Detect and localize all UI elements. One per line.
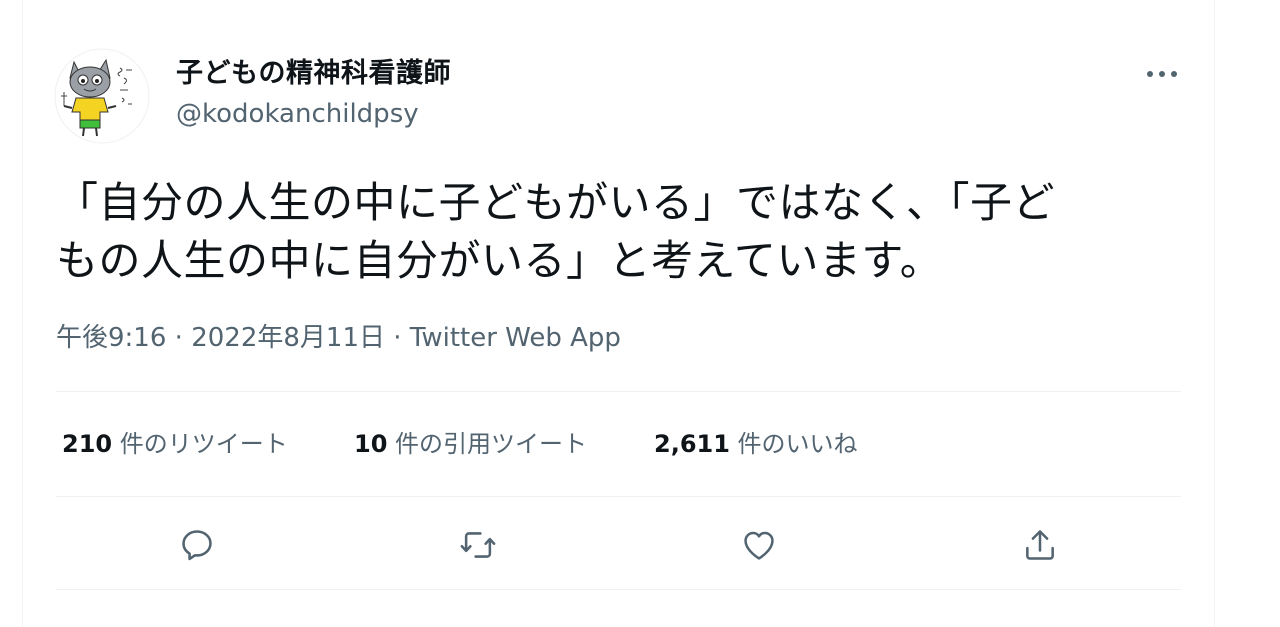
retweets-count: 210 <box>62 430 113 458</box>
more-icon <box>1147 71 1177 77</box>
tweet-text: 「自分の人生の中に子どもがいる」ではなく、「子ど もの人生の中に自分がいる」と考え… <box>56 174 1176 290</box>
tweet-text-line-1: 「自分の人生の中に子どもがいる」ではなく、「子ど <box>56 178 1056 227</box>
retweets-stat[interactable]: 210 件のリツイート <box>62 424 288 464</box>
quotes-count: 10 <box>354 430 388 458</box>
reply-button[interactable] <box>174 522 220 568</box>
likes-stat[interactable]: 2,611 件のいいね <box>654 424 858 464</box>
share-icon <box>1026 530 1054 560</box>
user-handle[interactable]: @kodokanchildpsy <box>176 96 419 132</box>
divider <box>56 589 1181 590</box>
quotes-stat[interactable]: 10 件の引用ツイート <box>354 424 587 464</box>
display-name[interactable]: 子どもの精神科看護師 <box>176 54 451 94</box>
divider <box>56 391 1181 392</box>
more-button[interactable] <box>1138 56 1186 92</box>
meta-separator: · <box>166 323 192 353</box>
share-button[interactable] <box>1017 522 1063 568</box>
tweet-text-line-2: もの人生の中に自分がいる」と考えています。 <box>56 236 943 285</box>
tweet-date[interactable]: 2022年8月11日 <box>191 323 385 353</box>
tweet-time[interactable]: 午後9:16 <box>56 323 166 353</box>
likes-label: 件のいいね <box>729 430 858 458</box>
divider <box>56 496 1181 497</box>
retweets-label: 件のリツイート <box>112 430 288 458</box>
meta-separator: · <box>384 323 410 353</box>
reply-icon <box>182 530 212 561</box>
avatar[interactable] <box>54 48 150 144</box>
likes-count: 2,611 <box>654 430 730 458</box>
tweet-source[interactable]: Twitter Web App <box>410 323 621 353</box>
tweet-metadata: 午後9:16 · 2022年8月11日 · Twitter Web App <box>56 318 621 358</box>
retweet-button[interactable] <box>455 522 501 568</box>
cat-avatar-illustration <box>54 48 150 144</box>
retweet-icon <box>460 532 496 558</box>
like-icon <box>744 531 774 560</box>
like-button[interactable] <box>736 522 782 568</box>
quotes-label: 件の引用ツイート <box>387 430 588 458</box>
